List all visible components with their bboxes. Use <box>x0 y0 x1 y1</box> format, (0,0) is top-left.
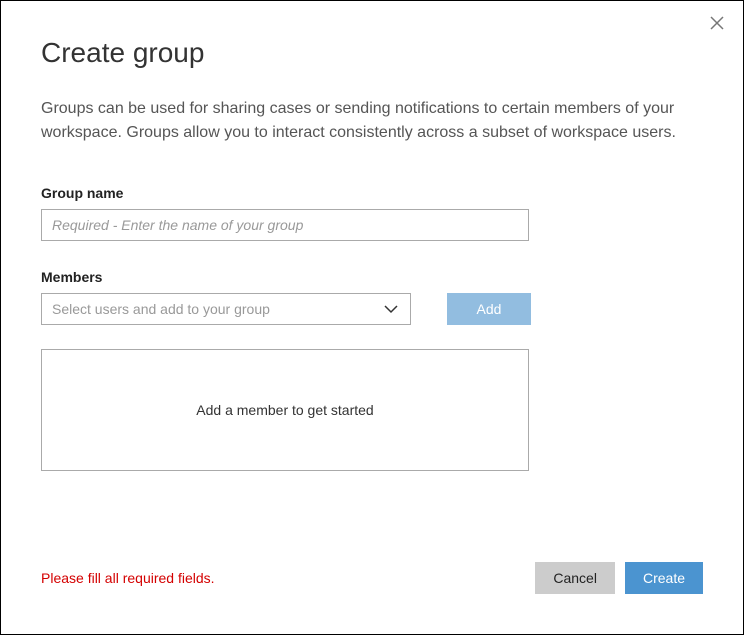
members-list-empty: Add a member to get started <box>41 349 529 471</box>
members-empty-message: Add a member to get started <box>196 402 373 418</box>
members-select[interactable]: Select users and add to your group <box>41 293 411 325</box>
create-button[interactable]: Create <box>625 562 703 594</box>
members-select-placeholder: Select users and add to your group <box>52 301 382 317</box>
members-label: Members <box>41 269 703 285</box>
dialog-description: Groups can be used for sharing cases or … <box>41 97 703 145</box>
cancel-button[interactable]: Cancel <box>535 562 615 594</box>
dialog-title: Create group <box>41 37 703 69</box>
close-icon <box>710 16 724 30</box>
chevron-down-icon <box>382 300 400 318</box>
error-message: Please fill all required fields. <box>41 570 215 586</box>
add-button[interactable]: Add <box>447 293 531 325</box>
close-button[interactable] <box>705 11 729 35</box>
create-group-dialog: Create group Groups can be used for shar… <box>1 1 743 634</box>
group-name-label: Group name <box>41 185 703 201</box>
group-name-input[interactable] <box>41 209 529 241</box>
